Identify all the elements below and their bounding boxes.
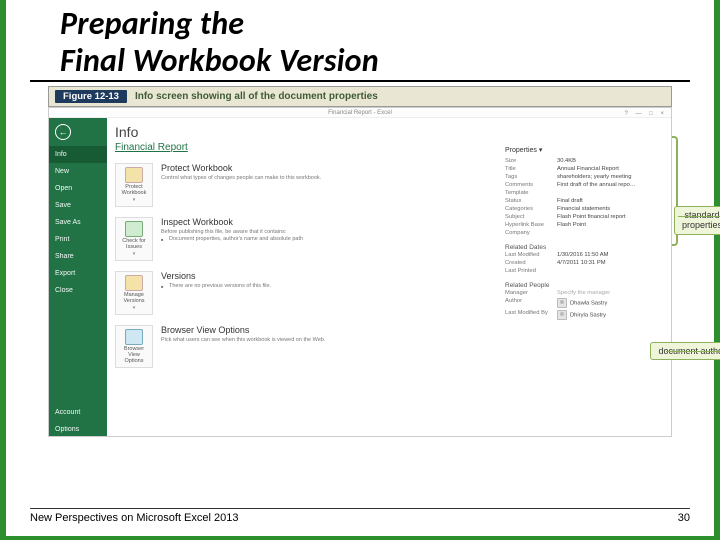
- prop-lastmodby: Last Modified ByDhiryla Sastry: [505, 309, 665, 321]
- prop-lastprinted: Last Printed: [505, 267, 665, 275]
- screenshot: Financial Report - Excel ? — □ × ← Info …: [48, 107, 672, 437]
- avatar-icon: [557, 298, 567, 308]
- info-panel: Info Financial Report Protect Workbook ▾…: [107, 118, 671, 437]
- arrow-standard: [678, 216, 720, 217]
- chevron-down-icon: ▾: [133, 305, 136, 311]
- avatar-icon: [557, 310, 567, 320]
- browser-heading: Browser View Options: [161, 325, 663, 335]
- title-line-1: Preparing the: [60, 4, 244, 43]
- browser-icon: [125, 329, 143, 345]
- check-icon: [125, 221, 143, 237]
- prop-manager: ManagerSpecify the manager: [505, 289, 665, 297]
- lock-icon: [125, 167, 143, 183]
- check-issues-button[interactable]: Check for Issues ▾: [115, 217, 153, 261]
- browser-section: Browser View Options Browser View Option…: [115, 325, 663, 368]
- info-heading: Info: [115, 124, 663, 140]
- nav-item-share[interactable]: Share: [49, 248, 107, 265]
- properties-panel: Properties ▾ Size30.4KB TitleAnnual Fina…: [505, 146, 665, 321]
- prop-template: Template: [505, 189, 665, 197]
- nav-item-new[interactable]: New: [49, 163, 107, 180]
- nav-item-account[interactable]: Account: [49, 404, 107, 421]
- prop-size: Size30.4KB: [505, 157, 665, 165]
- figure-number: Figure 12-13: [55, 90, 127, 103]
- prop-company: Company: [505, 229, 665, 237]
- browser-view-button[interactable]: Browser View Options: [115, 325, 153, 368]
- prop-subject: SubjectFlash Point financial report: [505, 213, 665, 221]
- footer-page-number: 30: [678, 512, 690, 524]
- nav-item-close[interactable]: Close: [49, 282, 107, 299]
- manage-versions-button[interactable]: Manage Versions ▾: [115, 271, 153, 315]
- nav-item-print[interactable]: Print: [49, 231, 107, 248]
- prop-comments: CommentsFirst draft of the annual repo…: [505, 181, 665, 189]
- arrow-author: [666, 351, 720, 352]
- backstage-view: ← Info New Open Save Save As Print Share…: [49, 118, 671, 437]
- nav-item-open[interactable]: Open: [49, 180, 107, 197]
- protect-workbook-button[interactable]: Protect Workbook ▾: [115, 163, 153, 207]
- back-icon[interactable]: ←: [55, 124, 71, 140]
- browser-desc: Pick what users can see when this workbo…: [161, 337, 663, 344]
- slide-footer: New Perspectives on Microsoft Excel 2013…: [30, 508, 690, 524]
- title-area: Preparing the Final Workbook Version: [30, 0, 690, 82]
- nav-item-export[interactable]: Export: [49, 265, 107, 282]
- prop-tags: Tagsshareholders; yearly meeting: [505, 173, 665, 181]
- prop-title: TitleAnnual Financial Report: [505, 165, 665, 173]
- figure-caption-text: Info screen showing all of the document …: [135, 91, 378, 102]
- properties-heading[interactable]: Properties ▾: [505, 146, 665, 154]
- slide-title: Preparing the Final Workbook Version: [60, 6, 670, 80]
- window-title: Financial Report - Excel: [328, 110, 392, 116]
- callout-standard-properties: standard properties: [674, 206, 720, 236]
- nav-item-save[interactable]: Save: [49, 197, 107, 214]
- footer-left: New Perspectives on Microsoft Excel 2013: [30, 512, 238, 524]
- related-dates-label: Related Dates: [505, 244, 665, 251]
- chevron-down-icon: ▾: [133, 197, 136, 203]
- nav-item-saveas[interactable]: Save As: [49, 214, 107, 231]
- title-line-2: Final Workbook Version: [60, 41, 379, 80]
- prop-status: StatusFinal draft: [505, 197, 665, 205]
- prop-created: Created4/7/2011 10:31 PM: [505, 259, 665, 267]
- slide-frame: Preparing the Final Workbook Version Fig…: [0, 0, 720, 540]
- chevron-down-icon: ▾: [133, 251, 136, 257]
- figure-container: Figure 12-13 Info screen showing all of …: [48, 86, 672, 437]
- backstage-nav: ← Info New Open Save Save As Print Share…: [49, 118, 107, 437]
- prop-lastmod: Last Modified1/30/2016 11:50 AM: [505, 251, 665, 259]
- related-people-label: Related People: [505, 282, 665, 289]
- versions-icon: [125, 275, 143, 291]
- window-titlebar: Financial Report - Excel ? — □ ×: [49, 108, 671, 118]
- prop-categories: CategoriesFinancial statements: [505, 205, 665, 213]
- nav-item-info[interactable]: Info: [49, 146, 107, 163]
- nav-item-options[interactable]: Options: [49, 421, 107, 437]
- prop-hyperlink: Hyperlink BaseFlash Point: [505, 221, 665, 229]
- prop-author: AuthorDhawla Sastry: [505, 297, 665, 309]
- figure-caption-bar: Figure 12-13 Info screen showing all of …: [48, 86, 672, 107]
